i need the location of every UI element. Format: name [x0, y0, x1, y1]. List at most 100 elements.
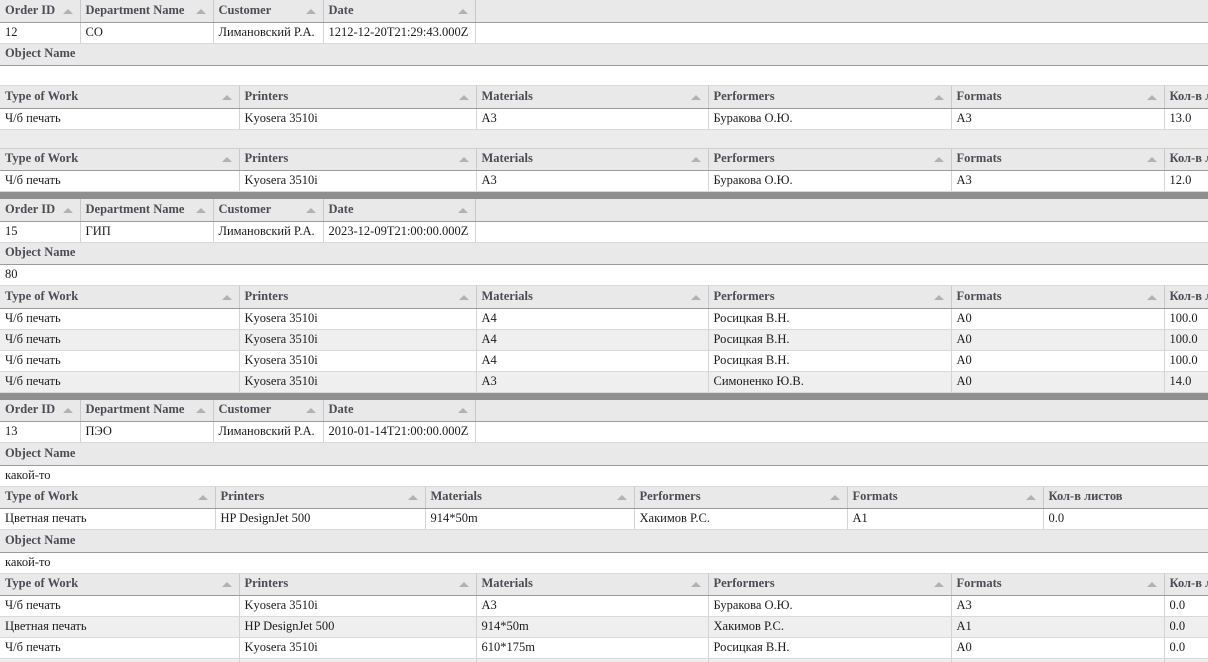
sort-ascending-icon[interactable]: [616, 495, 627, 501]
sort-ascending-icon[interactable]: [933, 157, 944, 163]
object-name-row[interactable]: какой-то: [0, 465, 1208, 487]
sort-ascending-icon[interactable]: [1146, 294, 1157, 300]
column-header-order-id[interactable]: Order ID: [0, 399, 81, 422]
sort-ascending-icon[interactable]: [457, 8, 468, 14]
column-header-materials[interactable]: Materials: [476, 86, 709, 109]
table-row[interactable]: Ч/б печать Kyosera 3510i A4 Росицкая В.Н. A0…: [0, 308, 1208, 330]
sort-ascending-icon[interactable]: [690, 157, 701, 163]
column-header-materials[interactable]: Materials: [476, 573, 709, 596]
sort-ascending-icon[interactable]: [407, 495, 418, 501]
column-header-date[interactable]: Date: [323, 0, 476, 23]
column-header-type-of-work[interactable]: Type of Work: [0, 86, 240, 109]
table-row[interactable]: Ч/б печать Kyosera 3510i A3 Буракова О.Ю. A3…: [0, 170, 1208, 192]
sort-ascending-icon[interactable]: [933, 582, 944, 588]
table-row[interactable]: Ч/б печать Kyosera 3510i A3 Буракова О.Ю. A3…: [0, 595, 1208, 617]
sort-ascending-icon[interactable]: [221, 94, 232, 100]
column-header-performers[interactable]: Performers: [708, 86, 952, 109]
object-name-row[interactable]: какой-то: [0, 552, 1208, 574]
sort-ascending-icon[interactable]: [1025, 495, 1036, 501]
object-name-row[interactable]: [0, 65, 1208, 86]
sort-ascending-icon[interactable]: [690, 294, 701, 300]
column-header-materials[interactable]: Materials: [425, 486, 635, 509]
column-header-materials[interactable]: Materials: [476, 148, 709, 171]
column-header-кол-в-листов[interactable]: Кол-в листов: [1164, 573, 1208, 596]
column-header-blank[interactable]: [475, 0, 1208, 23]
column-header-formats[interactable]: Formats: [951, 573, 1165, 596]
column-header-customer[interactable]: Customer: [213, 399, 324, 422]
sort-ascending-icon[interactable]: [690, 94, 701, 100]
column-header-formats[interactable]: Formats: [951, 86, 1165, 109]
sort-ascending-icon[interactable]: [62, 207, 73, 213]
sort-ascending-icon[interactable]: [62, 408, 73, 414]
table-row[interactable]: Ч/б печатьKyosera 3510i610*175mРосицкая …: [0, 658, 1208, 662]
table-row[interactable]: Ч/б печать Kyosera 3510i A3 Симоненко Ю.В. A…: [0, 371, 1208, 393]
column-header-object-name[interactable]: Object Name: [0, 530, 1208, 553]
column-header-performers[interactable]: Performers: [708, 573, 952, 596]
table-row[interactable]: Цветная печать HP DesignJet 500 914*50m Хак…: [0, 508, 1208, 530]
sort-ascending-icon[interactable]: [457, 207, 468, 213]
table-row[interactable]: Ч/б печать Kyosera 3510i A4 Росицкая В.Н. A0…: [0, 329, 1208, 351]
column-header-performers[interactable]: Performers: [708, 148, 952, 171]
sort-ascending-icon[interactable]: [221, 294, 232, 300]
sort-ascending-icon[interactable]: [197, 495, 208, 501]
column-header-materials[interactable]: Materials: [476, 286, 709, 309]
column-header-кол-в-листов[interactable]: Кол-в листов: [1164, 148, 1208, 171]
sort-ascending-icon[interactable]: [195, 207, 206, 213]
object-name-row[interactable]: 80: [0, 264, 1208, 286]
sort-ascending-icon[interactable]: [933, 94, 944, 100]
sort-ascending-icon[interactable]: [305, 8, 316, 14]
sort-ascending-icon[interactable]: [458, 157, 469, 163]
sort-ascending-icon[interactable]: [305, 408, 316, 414]
column-header-formats[interactable]: Formats: [951, 148, 1165, 171]
column-header-department-name[interactable]: Department Name: [80, 199, 214, 222]
column-header-department-name[interactable]: Department Name: [80, 0, 214, 23]
sort-ascending-icon[interactable]: [305, 207, 316, 213]
column-header-printers[interactable]: Printers: [215, 486, 426, 509]
sort-ascending-icon[interactable]: [221, 157, 232, 163]
column-header-formats[interactable]: Formats: [847, 486, 1044, 509]
column-header-type-of-work[interactable]: Type of Work: [0, 486, 216, 509]
table-row[interactable]: Цветная печать HP DesignJet 500 914*50m Хак…: [0, 616, 1208, 638]
column-header-performers[interactable]: Performers: [708, 286, 952, 309]
sort-ascending-icon[interactable]: [221, 582, 232, 588]
sort-ascending-icon[interactable]: [458, 94, 469, 100]
column-header-department-name[interactable]: Department Name: [80, 399, 214, 422]
column-header-printers[interactable]: Printers: [239, 573, 477, 596]
sort-ascending-icon[interactable]: [458, 294, 469, 300]
column-header-printers[interactable]: Printers: [239, 148, 477, 171]
table-row[interactable]: Ч/б печать Kyosera 3510i A4 Росицкая В.Н. A0…: [0, 350, 1208, 372]
column-header-order-id[interactable]: Order ID: [0, 0, 81, 23]
sort-ascending-icon[interactable]: [1146, 157, 1157, 163]
column-header-object-name[interactable]: Object Name: [0, 43, 1208, 66]
column-header-object-name[interactable]: Object Name: [0, 443, 1208, 466]
order-row[interactable]: 12 CO Лимановский Р.А. 1212-12-20T21:29:43.…: [0, 22, 1208, 44]
column-header-printers[interactable]: Printers: [239, 286, 477, 309]
sort-ascending-icon[interactable]: [829, 495, 840, 501]
column-header-customer[interactable]: Customer: [213, 0, 324, 23]
column-header-type-of-work[interactable]: Type of Work: [0, 286, 240, 309]
column-header-printers[interactable]: Printers: [239, 86, 477, 109]
sort-ascending-icon[interactable]: [195, 408, 206, 414]
sort-ascending-icon[interactable]: [457, 408, 468, 414]
column-header-formats[interactable]: Formats: [951, 286, 1165, 309]
sort-ascending-icon[interactable]: [690, 582, 701, 588]
table-row[interactable]: Ч/б печатьKyosera 3510i610*175mРосицкая …: [0, 637, 1208, 659]
sort-ascending-icon[interactable]: [1146, 582, 1157, 588]
column-header-date[interactable]: Date: [323, 199, 476, 222]
sort-ascending-icon[interactable]: [195, 8, 206, 14]
sort-ascending-icon[interactable]: [1146, 94, 1157, 100]
column-header-order-id[interactable]: Order ID: [0, 199, 81, 222]
column-header-object-name[interactable]: Object Name: [0, 242, 1208, 265]
column-header-date[interactable]: Date: [323, 399, 476, 422]
column-header-blank[interactable]: [475, 199, 1208, 222]
sort-ascending-icon[interactable]: [933, 294, 944, 300]
sort-ascending-icon[interactable]: [62, 8, 73, 14]
column-header-кол-в-листов[interactable]: Кол-в листов: [1164, 286, 1208, 309]
column-header-blank[interactable]: [475, 399, 1208, 422]
column-header-customer[interactable]: Customer: [213, 199, 324, 222]
column-header-type-of-work[interactable]: Type of Work: [0, 573, 240, 596]
column-header-кол-в-листов[interactable]: Кол-в листов: [1043, 486, 1208, 509]
order-row[interactable]: 13 ПЭО Лимановский Р.А. 2010-01-14T21:00:00…: [0, 421, 1208, 443]
sort-ascending-icon[interactable]: [458, 582, 469, 588]
column-header-performers[interactable]: Performers: [634, 486, 848, 509]
